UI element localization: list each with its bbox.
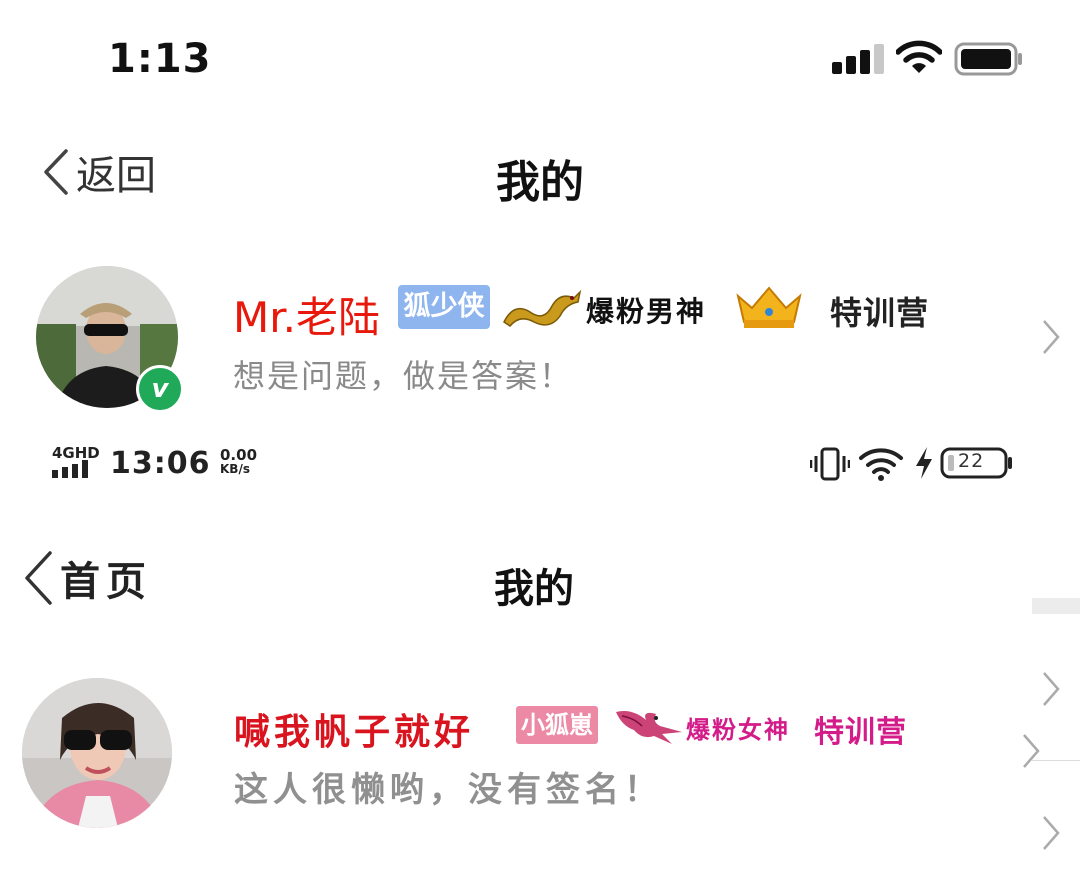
- chevron-right-icon[interactable]: [1040, 318, 1062, 356]
- battery-icon: 22: [940, 447, 1014, 479]
- net-speed: 0.00 KB/s: [220, 446, 258, 477]
- verified-badge: v: [136, 365, 184, 413]
- chevron-right-icon[interactable]: [1040, 670, 1062, 708]
- vibrate-icon: [810, 447, 850, 481]
- fox-badge: 小狐崽: [516, 706, 598, 744]
- username: 喊我帆子就好: [234, 712, 475, 753]
- bird-icon: [616, 711, 682, 744]
- chevron-right-icon[interactable]: [1020, 732, 1042, 770]
- speed-value: 0.00: [220, 446, 258, 464]
- signature: 想是问题，做是答案！: [233, 357, 574, 395]
- wifi-icon: [859, 448, 903, 481]
- wifi-icon: [896, 40, 942, 73]
- charging-bolt-icon: [916, 447, 932, 479]
- divider: [1032, 598, 1080, 614]
- battery-icon: [954, 42, 1022, 76]
- fans-title: 爆粉男神: [586, 295, 707, 328]
- camp-label: 特训营: [814, 715, 907, 750]
- fox-badge: 狐少侠: [398, 285, 490, 329]
- status-time: 1:13: [108, 36, 212, 82]
- android-time: 13:06: [110, 446, 211, 481]
- avatar[interactable]: [22, 678, 172, 828]
- camp-label: 特训营: [830, 294, 930, 332]
- battery-level: 22: [958, 450, 985, 472]
- page-title: 我的: [494, 566, 574, 612]
- avatar-photo: [22, 678, 172, 828]
- divider: [1032, 760, 1080, 761]
- speed-unit: KB/s: [220, 462, 250, 476]
- dragon-icon: [503, 289, 582, 327]
- crown-icon: [736, 286, 802, 328]
- page-title: 我的: [496, 157, 584, 208]
- signal-icon: [832, 44, 884, 74]
- signature: 这人很懒哟，没有签名！: [234, 770, 663, 810]
- username: Mr.老陆: [233, 293, 381, 342]
- fans-title: 爆粉女神: [686, 716, 790, 744]
- chevron-right-icon[interactable]: [1040, 814, 1062, 852]
